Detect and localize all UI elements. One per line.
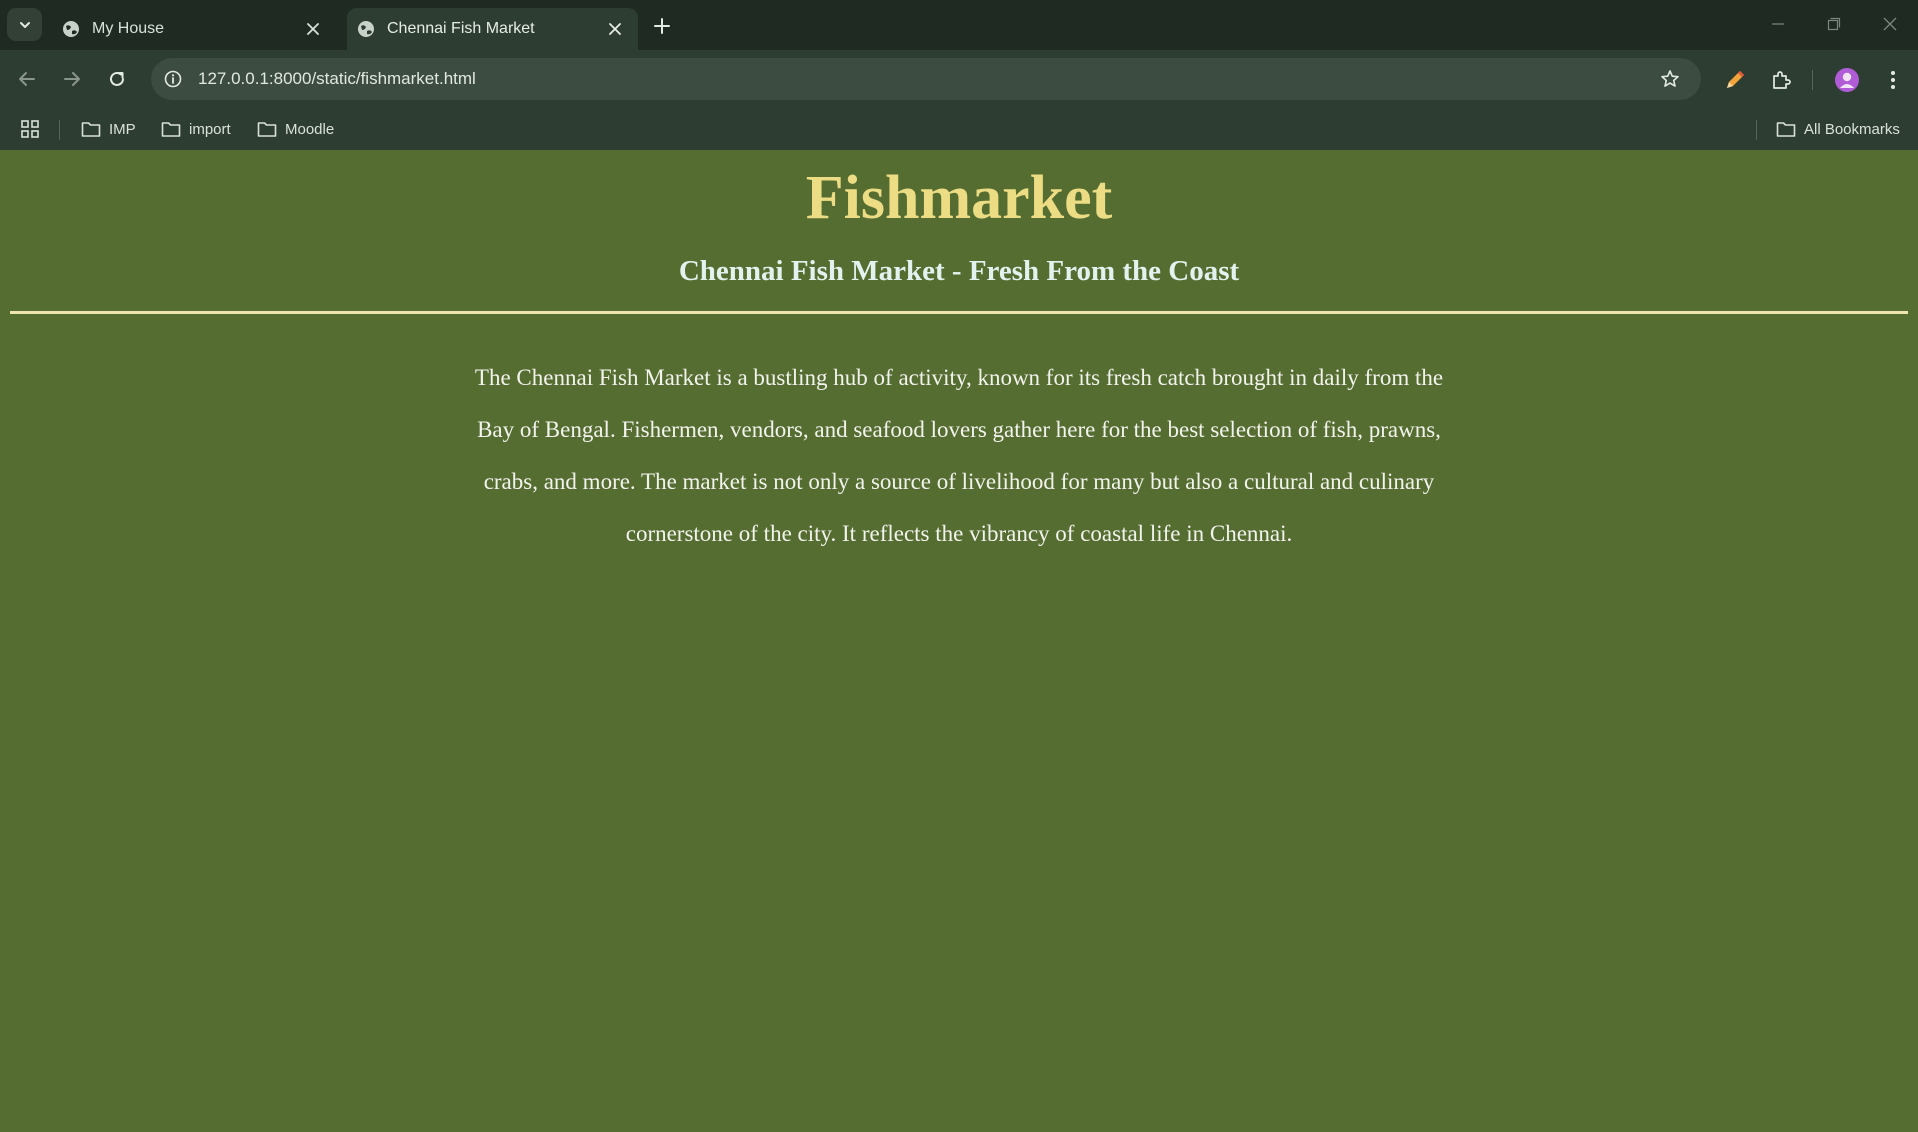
apps-button[interactable] bbox=[20, 114, 48, 144]
forward-button[interactable] bbox=[56, 63, 88, 95]
toolbar-separator bbox=[1812, 70, 1813, 90]
tab-title: My House bbox=[92, 20, 165, 37]
bookmark-folder-moodle[interactable]: Moodle bbox=[257, 114, 334, 144]
reload-button[interactable] bbox=[101, 63, 133, 95]
kebab-menu-icon[interactable] bbox=[1876, 63, 1910, 97]
close-window-button[interactable] bbox=[1862, 0, 1918, 48]
tab-strip: My House Chennai Fish Market bbox=[0, 0, 1918, 50]
folder-icon bbox=[1776, 122, 1796, 137]
page-content: Fishmarket Chennai Fish Market - Fresh F… bbox=[0, 150, 1918, 1132]
new-tab-button[interactable] bbox=[648, 12, 676, 40]
divider bbox=[10, 310, 1908, 314]
arrow-left-icon bbox=[19, 72, 35, 86]
address-bar[interactable]: 127.0.0.1:8000/static/fishmarket.html bbox=[151, 58, 1701, 100]
close-icon[interactable] bbox=[302, 18, 324, 40]
url-text[interactable]: 127.0.0.1:8000/static/fishmarket.html bbox=[198, 69, 1653, 89]
bookmark-label: Moodle bbox=[285, 120, 335, 138]
bookmark-label: import bbox=[189, 120, 231, 138]
minimize-button[interactable] bbox=[1750, 0, 1806, 48]
page-subtitle: Chennai Fish Market - Fresh From the Coa… bbox=[678, 255, 1240, 288]
description-paragraph: The Chennai Fish Market is a bustling hu… bbox=[474, 364, 1444, 546]
bookmark-folder-imp[interactable]: IMP bbox=[81, 114, 136, 144]
avatar[interactable] bbox=[1830, 63, 1864, 97]
bookmark-label: IMP bbox=[109, 120, 136, 138]
star-icon[interactable] bbox=[1653, 62, 1687, 96]
all-bookmarks-label: All Bookmarks bbox=[1804, 120, 1900, 138]
browser-toolbar: 127.0.0.1:8000/static/fishmarket.html bbox=[0, 50, 1918, 108]
info-icon[interactable] bbox=[156, 62, 190, 96]
close-icon[interactable] bbox=[604, 18, 626, 40]
plus-icon bbox=[654, 18, 670, 34]
folder-icon bbox=[257, 122, 277, 137]
chevron-down-icon bbox=[19, 21, 30, 28]
bookmarks-separator bbox=[59, 120, 60, 140]
folder-icon bbox=[81, 122, 101, 137]
puzzle-icon[interactable] bbox=[1764, 63, 1798, 97]
apps-grid-icon bbox=[21, 120, 39, 138]
tab-search-button[interactable] bbox=[7, 8, 42, 41]
all-bookmarks-button[interactable]: All Bookmarks bbox=[1776, 114, 1900, 144]
restore-button[interactable] bbox=[1806, 0, 1862, 48]
bookmarks-separator bbox=[1756, 120, 1757, 140]
tab-title: Chennai Fish Market bbox=[387, 20, 535, 37]
globe-icon bbox=[357, 20, 375, 38]
bookmarks-bar: IMP import Moodle All Bookmarks bbox=[0, 108, 1918, 150]
tab-chennai-fish-market[interactable]: Chennai Fish Market bbox=[347, 8, 638, 50]
page-title: Fishmarket bbox=[805, 164, 1113, 232]
reload-icon bbox=[110, 71, 124, 86]
pencil-icon[interactable] bbox=[1718, 63, 1752, 97]
bookmark-folder-import[interactable]: import bbox=[161, 114, 231, 144]
close-icon bbox=[1883, 17, 1897, 31]
minimize-icon bbox=[1772, 23, 1784, 25]
globe-icon bbox=[62, 20, 80, 38]
tab-my-house[interactable]: My House bbox=[52, 8, 336, 50]
back-button[interactable] bbox=[11, 63, 43, 95]
folder-icon bbox=[161, 122, 181, 137]
browser-window: My House Chennai Fish Market 127.0.0.1:8… bbox=[0, 0, 1918, 1132]
restore-icon bbox=[1827, 17, 1841, 31]
window-controls bbox=[1750, 0, 1918, 50]
arrow-right-icon bbox=[64, 72, 80, 86]
